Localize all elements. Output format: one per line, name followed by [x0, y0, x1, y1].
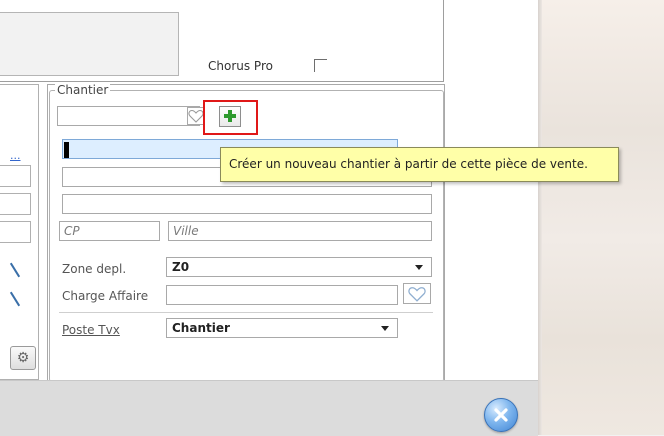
text-cursor [64, 142, 69, 158]
chevron-down-icon [415, 265, 423, 270]
left-field-2[interactable] [0, 193, 31, 215]
settings-button[interactable]: ⚙ [10, 346, 36, 370]
app-window: Chorus Pro ... ⚙ Chantier CP Ville Zone … [0, 0, 619, 436]
desktop-background [538, 0, 664, 435]
close-icon [494, 408, 508, 422]
top-textarea[interactable] [0, 12, 179, 76]
left-field-1[interactable] [0, 165, 31, 187]
close-button[interactable] [484, 398, 518, 432]
highlight-box [203, 100, 258, 135]
cp-field[interactable]: CP [59, 221, 160, 241]
ville-field[interactable]: Ville [168, 221, 432, 241]
cp-placeholder: CP [64, 224, 80, 238]
heart-icon [408, 287, 426, 302]
address-line-2-field[interactable] [62, 194, 432, 214]
heart-icon [188, 109, 204, 123]
left-more-link[interactable]: ... [10, 149, 21, 162]
tooltip: Créer un nouveau chantier à partir de ce… [220, 147, 619, 182]
section-divider [59, 312, 433, 313]
poste-tvx-value: Chantier [172, 321, 230, 335]
window-footer [0, 380, 538, 436]
ville-placeholder: Ville [173, 224, 199, 238]
zone-select[interactable]: Z0 [166, 257, 432, 277]
poste-tvx-select[interactable]: Chantier [166, 318, 398, 338]
charge-affaire-field[interactable] [166, 285, 398, 305]
chantier-select-field[interactable] [57, 106, 200, 126]
chevron-down-icon [381, 326, 389, 331]
left-field-3[interactable] [0, 221, 31, 243]
poste-tvx-link[interactable]: Poste Tvx [62, 323, 120, 337]
zone-value: Z0 [172, 260, 190, 274]
charge-affaire-label: Charge Affaire [62, 289, 149, 303]
top-panel: Chorus Pro [0, 0, 444, 82]
zone-label: Zone depl. [62, 262, 127, 276]
charge-affaire-favorite-button[interactable] [403, 283, 431, 304]
chorus-pro-checkbox[interactable] [314, 59, 327, 72]
chorus-pro-label: Chorus Pro [208, 59, 273, 73]
chantier-group-title: Chantier [55, 83, 111, 97]
gear-icon: ⚙ [16, 350, 30, 366]
